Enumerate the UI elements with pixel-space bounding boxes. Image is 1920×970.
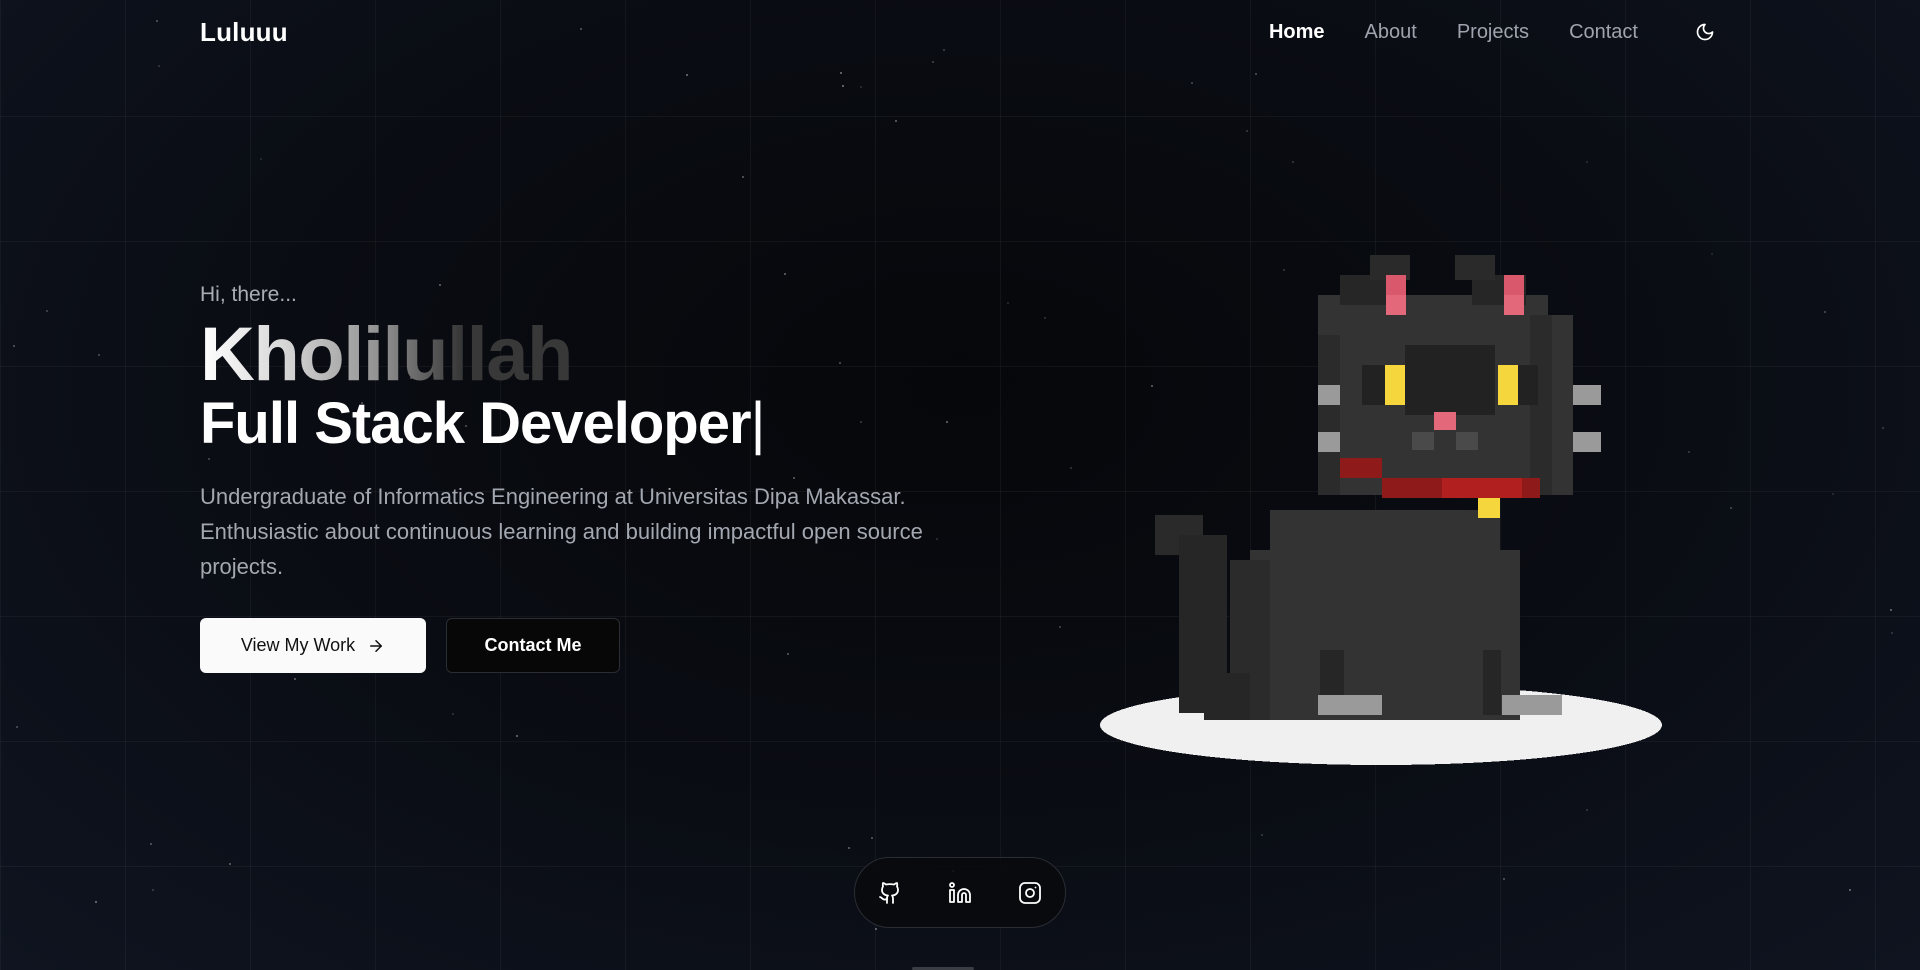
- cat-eye-left: [1385, 365, 1405, 405]
- hero-section: Hi, there... Kholilullah Full Stack Deve…: [200, 283, 960, 673]
- instagram-icon: [1019, 881, 1041, 904]
- nav-link-projects[interactable]: Projects: [1457, 21, 1529, 44]
- site-logo[interactable]: Luluuu: [200, 17, 288, 48]
- nav-link-home[interactable]: Home: [1269, 21, 1325, 44]
- hero-buttons: View My Work Contact Me: [200, 618, 960, 673]
- instagram-link[interactable]: [1015, 878, 1045, 908]
- github-icon: [879, 881, 899, 904]
- cat-nose: [1434, 412, 1456, 430]
- cat-body: [1250, 550, 1520, 720]
- cat-paw-right: [1502, 695, 1562, 715]
- contact-me-button[interactable]: Contact Me: [446, 618, 620, 673]
- cat-eye-right: [1498, 365, 1518, 405]
- pixel-cat-svg: [1100, 255, 1662, 765]
- view-my-work-button[interactable]: View My Work: [200, 618, 426, 673]
- nav-link-about[interactable]: About: [1365, 21, 1417, 44]
- hero-role: Full Stack Developer|: [200, 395, 960, 453]
- nav-link-contact[interactable]: Contact: [1569, 21, 1638, 44]
- linkedin-icon: [949, 881, 971, 903]
- hero-role-text: Full Stack Developer: [200, 391, 752, 456]
- github-link[interactable]: [875, 878, 905, 908]
- typing-cursor: |: [750, 391, 766, 456]
- pixel-cat-illustration: [1100, 250, 1662, 770]
- cat-whisker: [1318, 385, 1340, 405]
- cat-bell: [1478, 498, 1500, 518]
- hero-name: Kholilullah: [200, 312, 573, 397]
- nav-links: Home About Projects Contact: [1229, 17, 1720, 47]
- theme-toggle-button[interactable]: [1690, 17, 1720, 47]
- arrow-right-icon: [367, 637, 385, 655]
- navbar: Luluuu Home About Projects Contact: [200, 0, 1720, 64]
- hero-greeting: Hi, there...: [200, 283, 297, 306]
- moon-icon: [1696, 23, 1714, 41]
- view-my-work-label: View My Work: [240, 635, 356, 655]
- cat-collar: [1340, 458, 1382, 478]
- linkedin-link[interactable]: [945, 878, 975, 908]
- hero-description: Undergraduate of Informatics Engineering…: [200, 484, 923, 579]
- cat-paw-left: [1318, 695, 1382, 715]
- social-dock: [854, 857, 1066, 928]
